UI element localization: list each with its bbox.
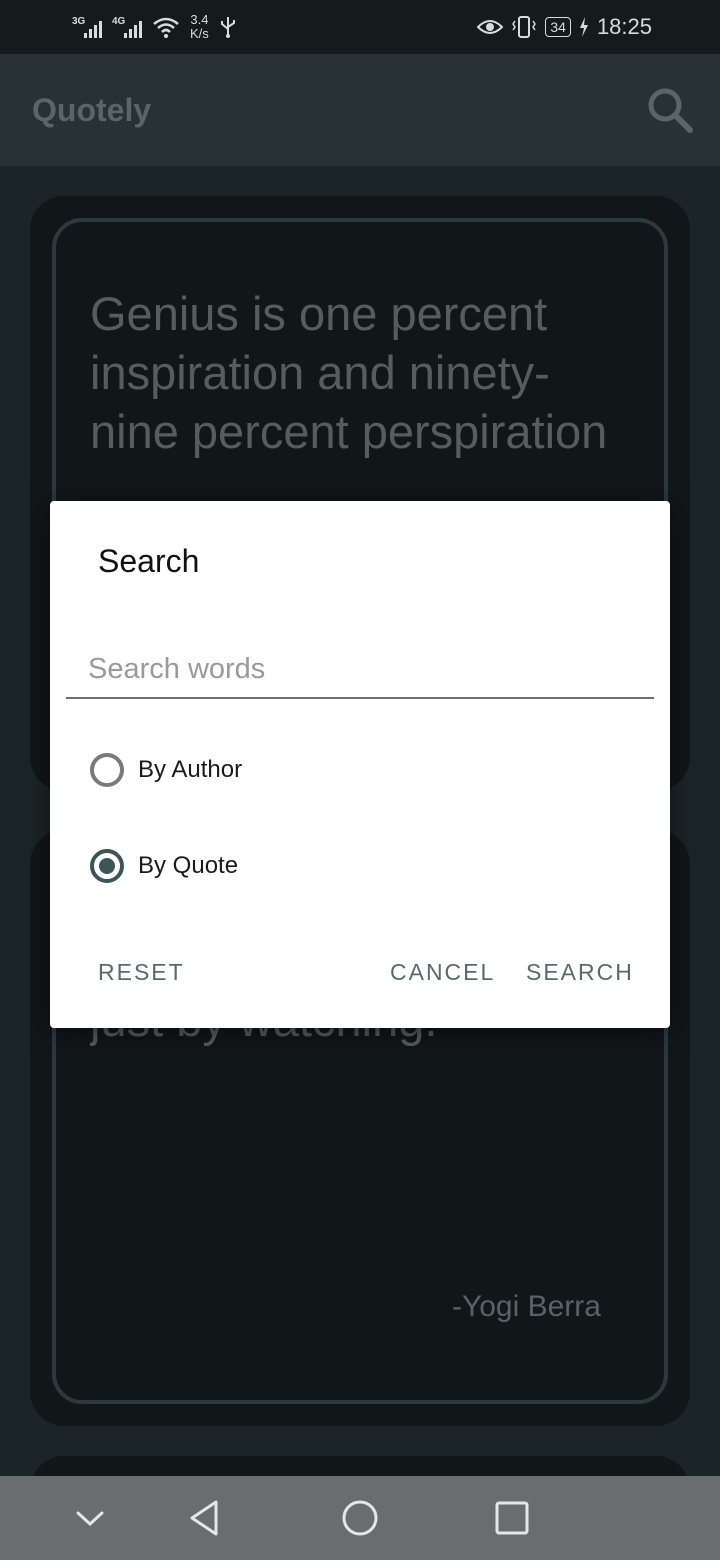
app-title: Quotely: [32, 92, 152, 128]
quote-text: Genius is one percent inspiration and ni…: [90, 287, 608, 458]
signal-3g-icon: 3G: [72, 16, 102, 38]
battery-icon: 34: [545, 17, 571, 37]
quote-author: -Yogi Berra: [452, 1290, 601, 1323]
search-words-input[interactable]: [66, 641, 654, 699]
status-bar: 3G 4G 3.4 K/s 34 18:25: [0, 0, 720, 54]
reset-button[interactable]: RESET: [98, 959, 185, 986]
speed-unit: K/s: [190, 26, 209, 41]
radio-by-quote[interactable]: By Quote: [90, 849, 238, 883]
wifi-icon: [153, 17, 179, 38]
usb-icon: [220, 17, 235, 38]
signal-4g-icon: 4G: [112, 16, 142, 38]
app-bar: Quotely: [0, 54, 720, 166]
radio-button-unchecked[interactable]: [90, 753, 124, 787]
signal-3g-label: 3G: [72, 16, 86, 27]
radio-by-author[interactable]: By Author: [90, 753, 242, 787]
search-icon[interactable]: [646, 86, 694, 134]
radio-label-by-quote: By Quote: [138, 852, 239, 879]
chevron-down-icon[interactable]: [70, 1498, 110, 1538]
navigation-bar: [0, 1476, 720, 1560]
dialog-title: Search: [98, 543, 200, 579]
eye-icon: [477, 20, 504, 34]
home-icon[interactable]: [340, 1498, 380, 1538]
back-icon[interactable]: [186, 1498, 226, 1538]
speed-value: 3.4: [190, 12, 209, 27]
search-button[interactable]: SEARCH: [526, 959, 634, 986]
vibrate-icon: [512, 16, 537, 38]
radio-label-by-author: By Author: [138, 756, 243, 783]
signal-4g-label: 4G: [112, 16, 126, 27]
recents-icon[interactable]: [492, 1498, 532, 1538]
status-time: 18:25: [596, 14, 652, 39]
radio-button-checked[interactable]: [90, 849, 124, 883]
search-dialog: Search By Author By Quote RESET CANCEL S…: [50, 501, 670, 1028]
charging-icon: [579, 17, 588, 37]
cancel-button[interactable]: CANCEL: [390, 959, 495, 986]
network-speed: 3.4 K/s: [190, 13, 209, 41]
